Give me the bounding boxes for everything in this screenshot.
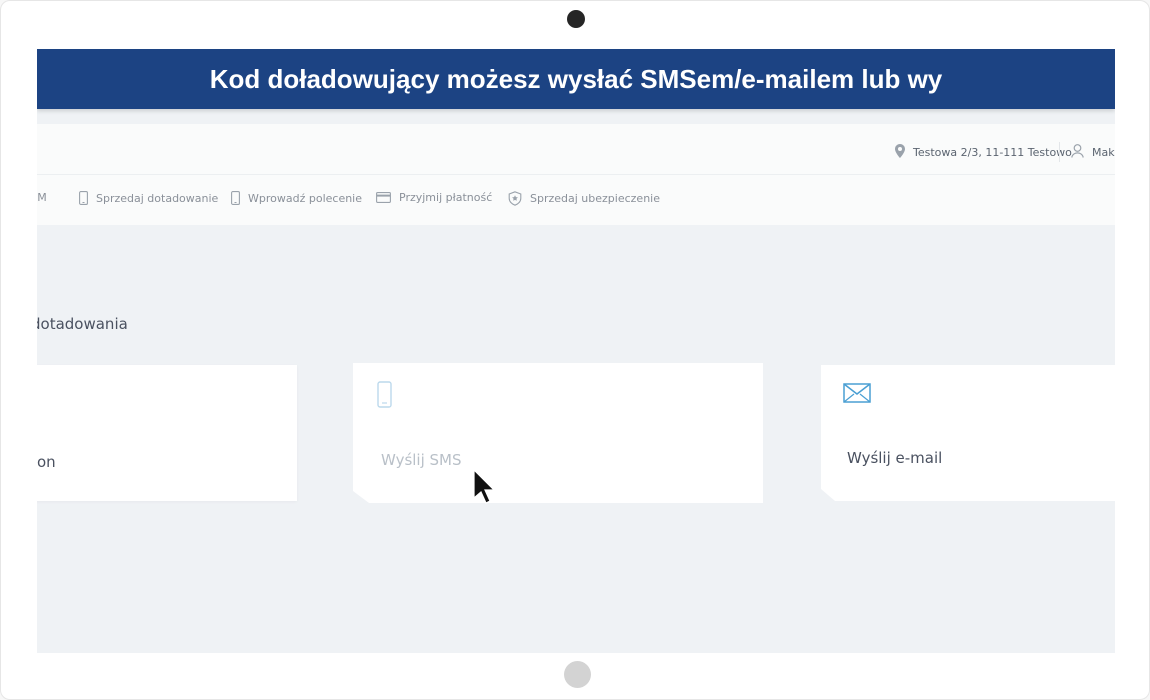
home-button [564,661,591,688]
nav-item-enter-referral[interactable]: Wprowadź polecenie [231,191,362,205]
nav-item-sell-topup[interactable]: Sprzedaj dotadowanie [79,191,218,205]
nav-item-label: SIM [37,191,47,204]
nav-item-sim[interactable]: SIM [37,191,47,204]
address-text: Testowa 2/3, 11-111 Testowo [913,146,1072,159]
mobile-phone-icon [377,381,392,412]
phone-icon [231,191,240,205]
user-icon [1071,144,1084,161]
user-name: Maks [1092,146,1115,159]
nav-item-accept-payment[interactable]: Przyjmij płatność [376,191,492,204]
camera-dot [567,10,585,28]
mouse-cursor-icon [473,468,497,509]
send-sms-card[interactable]: Wyślij SMS [353,363,763,503]
nav-item-label: Sprzedaj ubezpieczenie [530,192,660,205]
option-label: Wyślij e-mail [847,449,943,467]
location-pin-icon [895,144,905,161]
tablet-frame: Kod doładowujący możesz wysłać SMSem/e-m… [0,0,1150,700]
option-label: on [37,453,56,471]
nav-item-label: Wprowadź polecenie [248,191,363,205]
top-bar: Testowa 2/3, 11-111 Testowo Maks [37,124,1115,175]
nav-item-label: Sprzedaj dotadowanie [96,191,219,205]
section-title: dotadowania [37,315,128,333]
option-card-left[interactable]: on [37,365,297,501]
credit-card-icon [376,192,391,203]
store-address[interactable]: Testowa 2/3, 11-111 Testowo [895,144,1072,161]
nav-item-sell-insurance[interactable]: Sprzedaj ubezpieczenie [508,191,660,206]
nav-item-label: Przyjmij płatność [399,191,493,204]
caption-banner: Kod doładowujący możesz wysłać SMSem/e-m… [37,49,1115,109]
caption-text: Kod doładowujący możesz wysłać SMSem/e-m… [209,63,943,94]
app-screen: Kod doładowujący możesz wysłać SMSem/e-m… [37,49,1115,653]
option-label: Wyślij SMS [381,451,462,469]
user-menu[interactable]: Maks [1071,144,1115,161]
shield-star-icon [508,191,522,206]
main-nav: SIM Sprzedaj dotadowanie Wprowadź polece… [37,175,1115,225]
header-divider [1059,142,1060,162]
phone-icon [79,191,88,205]
envelope-icon [843,383,871,407]
send-email-card[interactable]: Wyślij e-mail [821,365,1115,501]
